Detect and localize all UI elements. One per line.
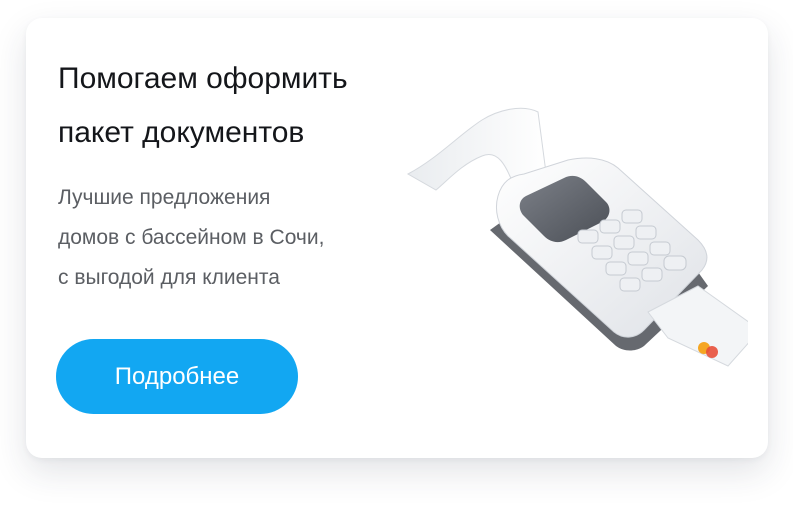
title-line-1: Помогаем оформить	[58, 62, 348, 95]
more-button-label: Подробнее	[114, 362, 240, 390]
subtitle-line-3: с выгодой для клиента	[58, 266, 280, 289]
promo-card: Помогаем оформить пакет документов Лучши…	[26, 18, 768, 458]
more-button[interactable]: Подробнее	[56, 339, 298, 414]
card-subtitle: Лучшие предложения домов с бассейном в С…	[58, 178, 418, 298]
subtitle-line-1: Лучшие предложения	[58, 186, 271, 209]
payment-terminal-icon	[406, 107, 748, 367]
subtitle-line-2: домов с бассейном в Сочи,	[58, 226, 325, 249]
card-title: Помогаем оформить пакет документов	[58, 52, 438, 160]
title-line-2: пакет документов	[58, 116, 305, 149]
card-logo-circle-red	[706, 346, 718, 358]
